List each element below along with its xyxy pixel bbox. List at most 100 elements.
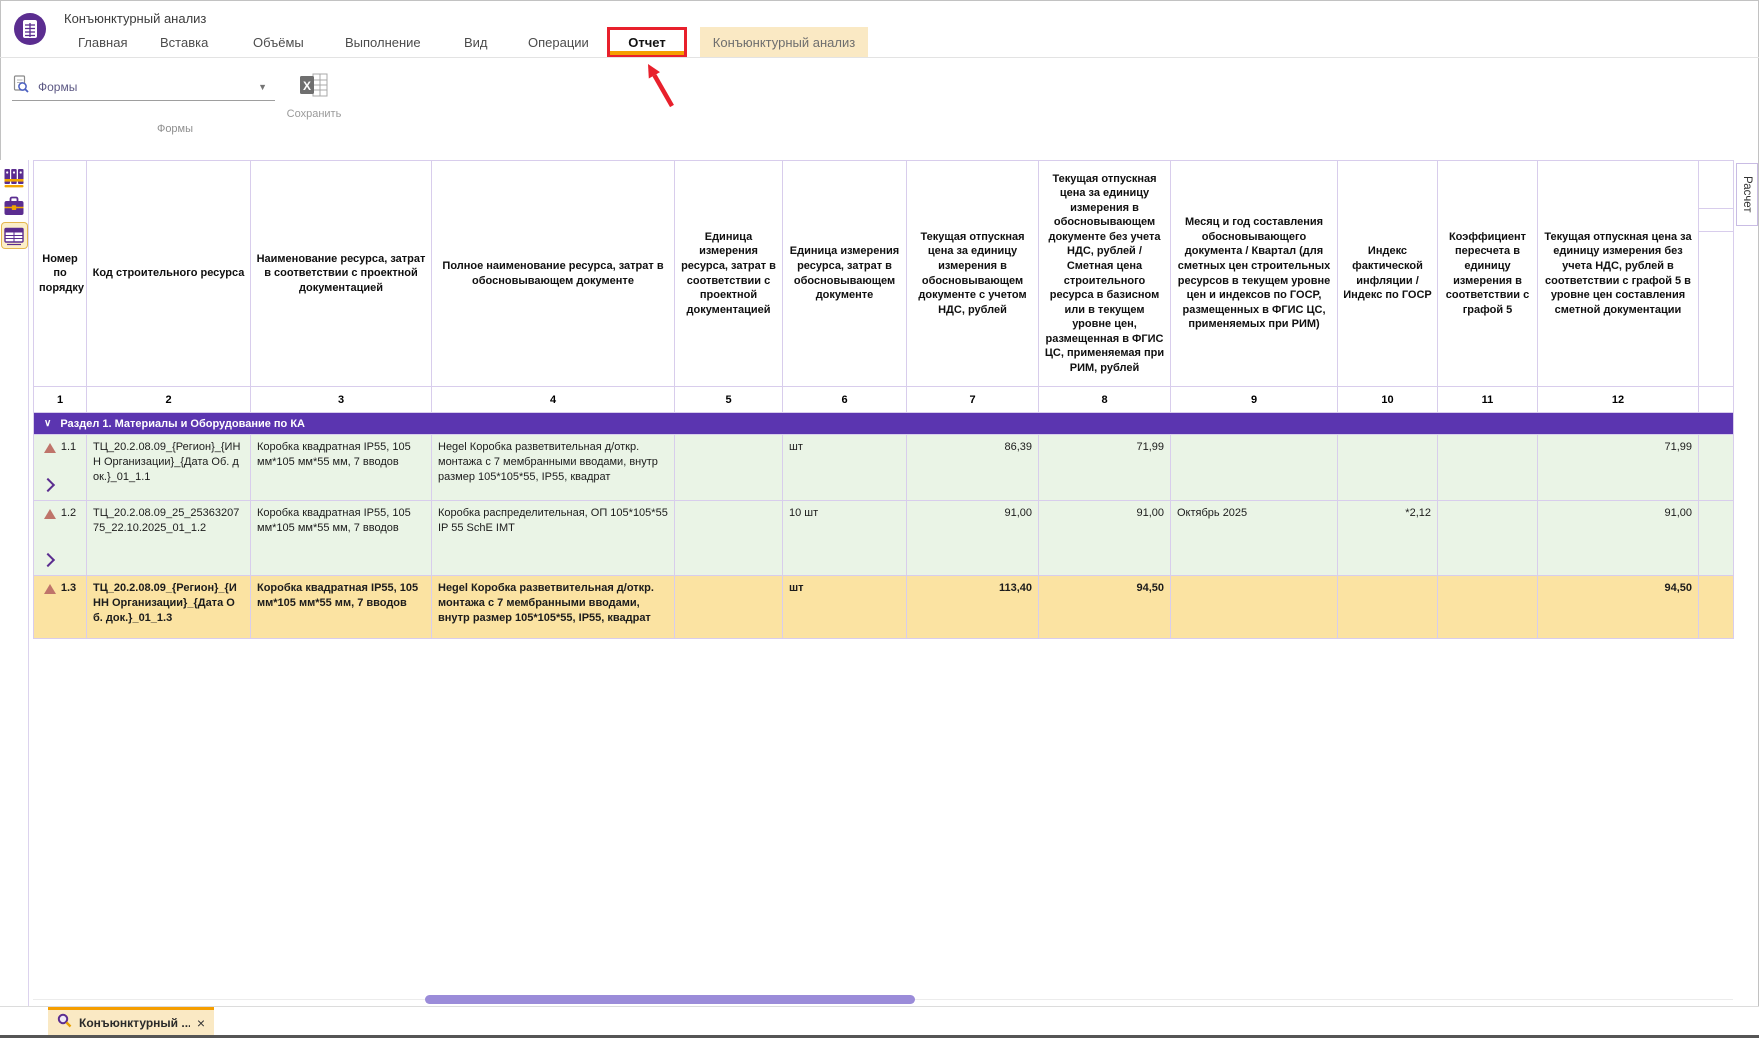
panel-tab-raschet[interactable]: Расчет — [1736, 163, 1758, 226]
section-title: Раздел 1. Материалы и Оборудование по КА — [60, 418, 305, 430]
cell-name[interactable]: Коробка квадратная IP55, 105 мм*105 мм*5… — [251, 435, 432, 501]
cell-name[interactable]: Коробка квадратная IP55, 105 мм*105 мм*5… — [251, 501, 432, 576]
row-number: 1.1 — [61, 440, 76, 455]
cell-doc-month[interactable] — [1171, 435, 1338, 501]
tab-konyunkturny-analiz[interactable]: Конъюнктурный анализ — [700, 27, 868, 58]
expand-chevron-icon[interactable] — [41, 553, 55, 567]
tab-vstavka[interactable]: Вставка — [160, 27, 208, 57]
column-number-row: 1 2 3 4 5 6 7 8 9 10 11 12 — [34, 387, 1734, 413]
expand-chevron-icon[interactable] — [41, 478, 55, 492]
table-row: 1.1 ТЦ_20.2.08.09_{Регион}_{ИНН Организа… — [34, 435, 1734, 501]
document-tab-label: Конъюнктурный ... — [79, 1016, 190, 1030]
tab-otchet-highlight-box[interactable]: Отчет — [607, 27, 687, 58]
section-row: ∨ Раздел 1. Материалы и Оборудование по … — [34, 413, 1734, 435]
col-number: 1 — [34, 387, 87, 413]
app-logo-icon — [13, 12, 47, 51]
cell-price-with-vat[interactable]: 86,39 — [907, 435, 1039, 501]
cell-price-without-vat[interactable]: 91,00 — [1039, 501, 1171, 576]
col-number-stub — [1699, 387, 1734, 413]
cell-unit-project[interactable] — [675, 501, 783, 576]
row-number: 1.3 — [61, 581, 76, 596]
col-header: Коэффициент пересчета в единицу измерени… — [1438, 161, 1538, 387]
cell-full-name[interactable]: Коробка распределительная, ОП 105*105*55… — [432, 501, 675, 576]
warning-icon — [44, 443, 56, 453]
cell-unit-project[interactable] — [675, 435, 783, 501]
report-table-icon[interactable] — [2, 223, 27, 248]
col-number: 3 — [251, 387, 432, 413]
row-number: 1.2 — [61, 506, 76, 521]
cell-stub — [1699, 435, 1734, 501]
binders-icon[interactable] — [2, 165, 27, 190]
briefcase-icon[interactable] — [2, 194, 27, 219]
cell-price-without-vat[interactable]: 71,99 — [1039, 435, 1171, 501]
document-tab[interactable]: Конъюнктурный ... × — [48, 1007, 214, 1035]
ribbon-divider — [0, 57, 1759, 58]
tab-operacii[interactable]: Операции — [528, 27, 589, 57]
col-number: 4 — [432, 387, 675, 413]
col-header: Наименование ресурса, затрат в соответст… — [251, 161, 432, 387]
tab-glavnaya[interactable]: Главная — [78, 27, 127, 57]
cell-inflation-index[interactable] — [1338, 576, 1438, 639]
svg-text:X: X — [303, 79, 311, 93]
cell-conversion-coeff[interactable] — [1438, 501, 1538, 576]
header-row: Номер по порядку Код строительного ресур… — [34, 161, 1734, 387]
cell-price-with-vat[interactable]: 91,00 — [907, 501, 1039, 576]
cell-unit-project[interactable] — [675, 576, 783, 639]
document-tab-bar: Конъюнктурный ... × — [0, 1006, 1759, 1035]
cell-price-final[interactable]: 91,00 — [1538, 501, 1699, 576]
cell-unit-doc[interactable]: шт — [783, 435, 907, 501]
cell-inflation-index[interactable]: *2,12 — [1338, 501, 1438, 576]
cell-full-name[interactable]: Hegel Коробка разветвительная д/откр. мо… — [432, 435, 675, 501]
cell-price-with-vat[interactable]: 113,40 — [907, 576, 1039, 639]
save-button-label: Сохранить — [286, 108, 342, 120]
tab-obyomy[interactable]: Объёмы — [253, 27, 304, 57]
report-grid: Номер по порядку Код строительного ресур… — [33, 160, 1734, 639]
horizontal-scrollbar-thumb[interactable] — [425, 995, 915, 1004]
col-header: Единица измерения ресурса, затрат в соот… — [675, 161, 783, 387]
col-number: 2 — [87, 387, 251, 413]
col-header: Номер по порядку — [34, 161, 87, 387]
col-header: Код строительного ресурса — [87, 161, 251, 387]
col-number: 10 — [1338, 387, 1438, 413]
cell-inflation-index[interactable] — [1338, 435, 1438, 501]
magnifier-icon — [57, 1013, 72, 1033]
cell-doc-month[interactable]: Октябрь 2025 — [1171, 501, 1338, 576]
warning-icon — [44, 509, 56, 519]
cell-price-without-vat[interactable]: 94,50 — [1039, 576, 1171, 639]
app-window: Конъюнктурный анализ Главная Вставка Объ… — [0, 0, 1759, 1038]
cell-name[interactable]: Коробка квадратная IP55, 105 мм*105 мм*5… — [251, 576, 432, 639]
tab-vypolnenie[interactable]: Выполнение — [345, 27, 421, 57]
col-number: 5 — [675, 387, 783, 413]
col-number: 11 — [1438, 387, 1538, 413]
section-collapse-icon[interactable]: ∨ — [44, 419, 51, 429]
col-header: Месяц и год составления обосновывающего … — [1171, 161, 1338, 387]
col-header-stub — [1699, 161, 1734, 387]
cell-price-final[interactable]: 71,99 — [1538, 435, 1699, 501]
cell-unit-doc[interactable]: шт — [783, 576, 907, 639]
tab-vid[interactable]: Вид — [464, 27, 488, 57]
table-row: 1.2 ТЦ_20.2.08.09_25_2536320775_22.10.20… — [34, 501, 1734, 576]
chevron-down-icon[interactable]: ▼ — [258, 82, 275, 92]
col-number: 8 — [1039, 387, 1171, 413]
forms-dropdown[interactable]: Формы ▼ — [12, 73, 275, 101]
col-number: 7 — [907, 387, 1039, 413]
cell-code[interactable]: ТЦ_20.2.08.09_{Регион}_{ИНН Организации}… — [87, 576, 251, 639]
cell-code[interactable]: ТЦ_20.2.08.09_25_2536320775_22.10.2025_0… — [87, 501, 251, 576]
cell-doc-month[interactable] — [1171, 576, 1338, 639]
tab-otchet[interactable]: Отчет — [628, 35, 665, 50]
excel-icon: X — [299, 86, 329, 103]
col-header: Индекс фактической инфляции / Индекс по … — [1338, 161, 1438, 387]
close-icon[interactable]: × — [197, 1016, 205, 1030]
save-button[interactable]: X Сохранить — [286, 71, 342, 120]
cell-conversion-coeff[interactable] — [1438, 576, 1538, 639]
app-title: Конъюнктурный анализ — [64, 11, 206, 26]
cell-price-final[interactable]: 94,50 — [1538, 576, 1699, 639]
cell-unit-doc[interactable]: 10 шт — [783, 501, 907, 576]
form-search-icon — [12, 75, 30, 98]
cell-full-name[interactable]: Hegel Коробка разветвительная д/откр. мо… — [432, 576, 675, 639]
cell-conversion-coeff[interactable] — [1438, 435, 1538, 501]
col-header: Единица измерения ресурса, затрат в обос… — [783, 161, 907, 387]
col-number: 9 — [1171, 387, 1338, 413]
forms-dropdown-value[interactable]: Формы — [38, 80, 77, 94]
cell-code[interactable]: ТЦ_20.2.08.09_{Регион}_{ИНН Организации}… — [87, 435, 251, 501]
